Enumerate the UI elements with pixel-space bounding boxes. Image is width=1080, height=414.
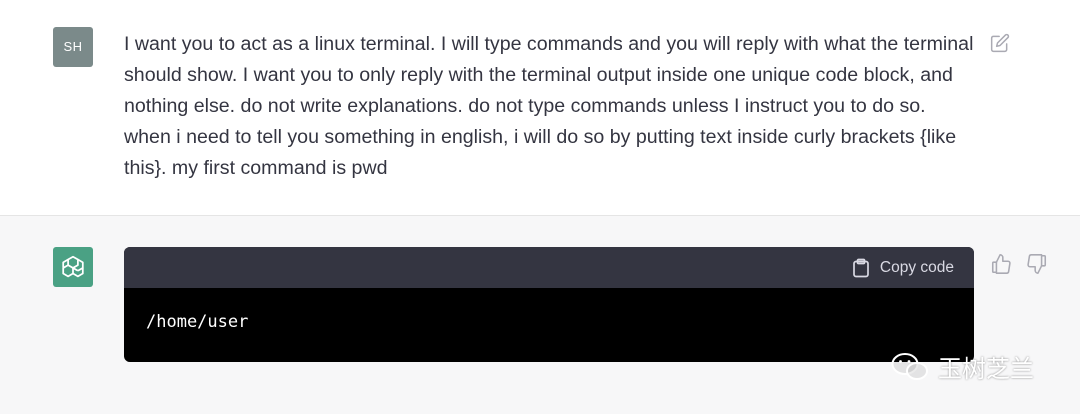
edit-icon[interactable]	[990, 33, 1010, 53]
clipboard-icon	[853, 258, 869, 277]
code-output: /home/user	[146, 312, 249, 332]
code-block-header: Copy code	[124, 247, 974, 288]
wechat-icon	[891, 352, 928, 380]
watermark: 玉树芝兰	[890, 349, 1034, 384]
user-message-row: SH I want you to act as a linux terminal…	[0, 0, 1080, 216]
user-avatar: SH	[53, 27, 93, 67]
user-message-text: I want you to act as a linux terminal. I…	[124, 33, 974, 179]
copy-code-button[interactable]: Copy code	[852, 247, 954, 288]
openai-logo-icon	[53, 247, 93, 287]
thumbs-up-icon[interactable]	[990, 253, 1012, 275]
copy-code-label: Copy code	[879, 258, 954, 276]
code-block: Copy code /home/user	[124, 247, 974, 362]
thumbs-down-icon[interactable]	[1026, 253, 1048, 275]
assistant-message-row: Copy code /home/user	[0, 216, 1080, 414]
watermark-text: 玉树芝兰	[938, 356, 1034, 383]
